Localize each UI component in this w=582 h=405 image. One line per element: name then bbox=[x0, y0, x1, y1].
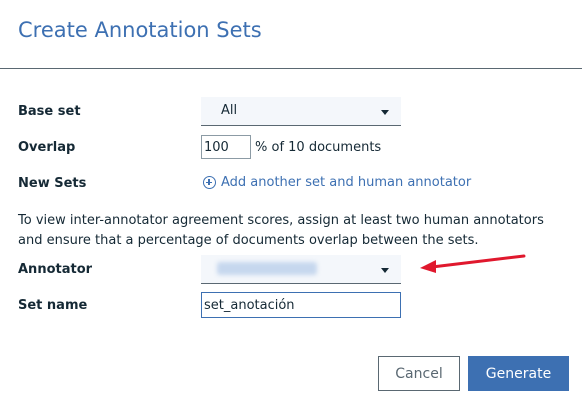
new-sets-label: New Sets bbox=[18, 176, 87, 191]
add-set-link-label: Add another set and human annotator bbox=[221, 175, 472, 190]
base-set-dropdown[interactable]: All bbox=[201, 97, 401, 126]
cancel-button[interactable]: Cancel bbox=[378, 356, 460, 391]
dialog-title: Create Annotation Sets bbox=[18, 18, 262, 42]
title-divider bbox=[0, 68, 582, 69]
generate-button[interactable]: Generate bbox=[468, 356, 569, 391]
plus-circle-icon bbox=[203, 176, 216, 189]
base-set-value: All bbox=[221, 103, 238, 118]
chevron-down-icon bbox=[381, 110, 389, 115]
annotator-label: Annotator bbox=[18, 262, 93, 277]
overlap-suffix: % of 10 documents bbox=[255, 140, 382, 155]
redacted-annotator-name bbox=[217, 262, 317, 275]
overlap-label: Overlap bbox=[18, 140, 76, 155]
base-set-label: Base set bbox=[18, 104, 81, 119]
add-set-link[interactable]: Add another set and human annotator bbox=[203, 175, 471, 190]
red-arrow-icon bbox=[420, 254, 526, 273]
set-name-input[interactable] bbox=[201, 292, 401, 318]
annotator-dropdown[interactable] bbox=[201, 255, 401, 284]
chevron-down-icon bbox=[381, 268, 389, 273]
overlap-input[interactable] bbox=[201, 135, 251, 159]
set-name-label: Set name bbox=[18, 298, 88, 313]
info-text: To view inter-annotator agreement scores… bbox=[18, 213, 544, 248]
